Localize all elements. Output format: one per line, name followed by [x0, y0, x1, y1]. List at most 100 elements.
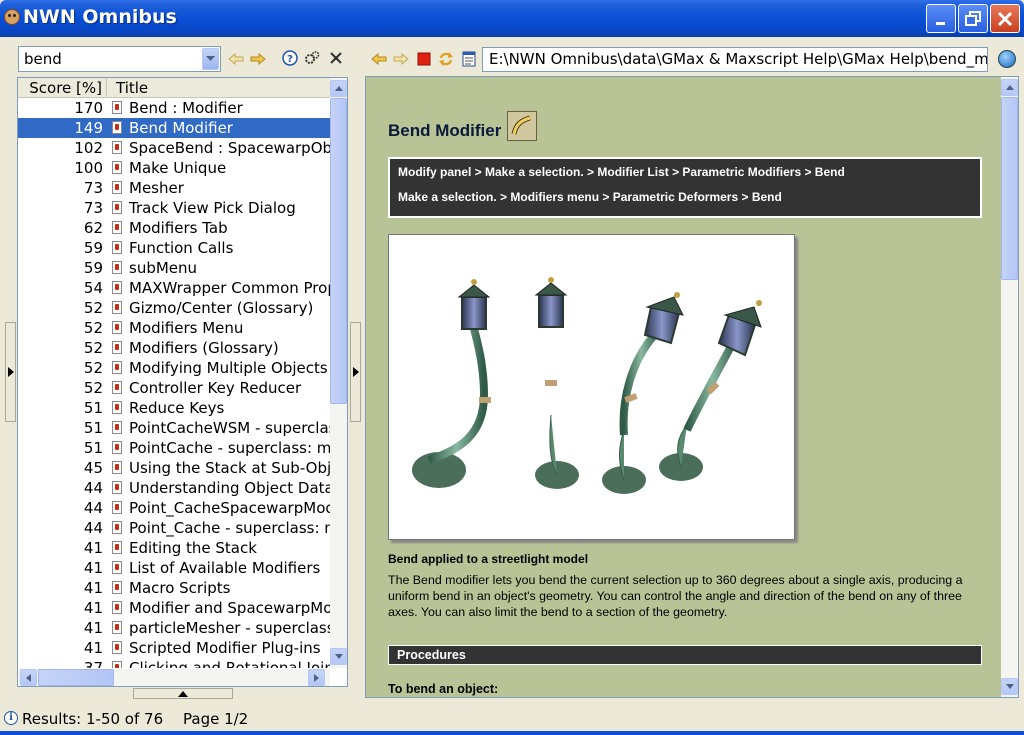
svg-text:?: ?	[287, 54, 293, 65]
scroll-thumb[interactable]	[330, 98, 347, 404]
results-list[interactable]: Score [%] Title 170 Bend : Modifier 149 Ben…	[17, 77, 348, 687]
result-row[interactable]: 44 Understanding Object Data F	[18, 478, 330, 498]
result-row[interactable]: 54 MAXWrapper Common Prop	[18, 278, 330, 298]
result-title: PointCacheWSM - superclass	[129, 419, 330, 437]
result-score: 51	[83, 419, 103, 437]
list-horizontal-scrollbar[interactable]	[18, 669, 330, 686]
result-row[interactable]: 52 Modifying Multiple Objects	[18, 358, 330, 378]
result-score: 41	[83, 619, 103, 637]
list-vertical-scrollbar[interactable]	[330, 78, 347, 668]
result-row[interactable]: 73 Mesher	[18, 178, 330, 198]
page-indicator: Page 1/2	[183, 710, 249, 728]
result-row[interactable]: 44 Point_CacheSpacewarpModif	[18, 498, 330, 518]
result-row[interactable]: 51 Reduce Keys	[18, 398, 330, 418]
help-icon: ?	[282, 50, 298, 66]
content-scroll-thumb[interactable]	[1001, 97, 1018, 280]
result-row[interactable]: 100 Make Unique	[18, 158, 330, 178]
document-icon	[112, 621, 122, 634]
result-score: 41	[83, 639, 103, 657]
settings-button[interactable]	[303, 49, 321, 67]
result-row[interactable]: 41 Macro Scripts	[18, 578, 330, 598]
result-row[interactable]: 62 Modifiers Tab	[18, 218, 330, 238]
scroll-left-button[interactable]	[20, 669, 37, 686]
result-row[interactable]: 149 Bend Modifier	[18, 118, 330, 138]
result-row[interactable]: 37 Clicking and Rotational Joint	[18, 658, 330, 668]
result-row[interactable]: 59 subMenu	[18, 258, 330, 278]
arrow-left-icon	[228, 53, 244, 65]
document-icon	[112, 141, 122, 154]
content-scroll-up-button[interactable]	[1001, 79, 1018, 96]
bottom-collapse-handle[interactable]	[133, 688, 233, 699]
scroll-down-button[interactable]	[330, 648, 347, 665]
result-row[interactable]: 44 Point_Cache - superclass: m	[18, 518, 330, 538]
result-row[interactable]: 52 Modifiers (Glossary)	[18, 338, 330, 358]
result-row[interactable]: 41 Modifier and SpacewarpMod	[18, 598, 330, 618]
result-row[interactable]: 52 Gizmo/Center (Glossary)	[18, 298, 330, 318]
search-dropdown-button[interactable]	[202, 48, 219, 70]
result-row[interactable]: 45 Using the Stack at Sub-Obje	[18, 458, 330, 478]
content-vertical-scrollbar[interactable]	[1001, 77, 1018, 697]
window-title: NWN Omnibus	[23, 6, 177, 28]
back-button[interactable]	[227, 50, 245, 68]
browser-back-button[interactable]	[370, 50, 388, 68]
result-row[interactable]: 52 Controller Key Reducer	[18, 378, 330, 398]
result-row[interactable]: 41 Scripted Modifier Plug-ins	[18, 638, 330, 658]
result-score: 73	[83, 199, 103, 217]
result-row[interactable]: 170 Bend : Modifier	[18, 98, 330, 118]
refresh-icon	[439, 52, 453, 66]
bend-modifier-icon	[507, 111, 538, 141]
result-score: 41	[83, 579, 103, 597]
arrow-left-icon	[371, 53, 387, 65]
close-icon	[997, 11, 1013, 26]
result-row[interactable]: 102 SpaceBend : SpacewarpObje	[18, 138, 330, 158]
pane-collapse-handle[interactable]	[350, 322, 361, 422]
section-heading: Procedures	[388, 645, 982, 665]
result-score: 73	[83, 179, 103, 197]
app-icon	[4, 9, 20, 25]
menu-path-1: Modify panel > Make a selection. > Modif…	[398, 165, 845, 179]
result-row[interactable]: 73 Track View Pick Dialog	[18, 198, 330, 218]
forward-button[interactable]	[249, 50, 267, 68]
browser-forward-button[interactable]	[392, 50, 410, 68]
content-scroll-down-button[interactable]	[1001, 678, 1018, 695]
result-row[interactable]: 41 particleMesher - superclass:	[18, 618, 330, 638]
page-button[interactable]	[460, 50, 478, 68]
result-row[interactable]: 59 Function Calls	[18, 238, 330, 258]
left-collapse-handle[interactable]	[5, 322, 16, 422]
result-score: 59	[83, 259, 103, 277]
stop-button[interactable]	[415, 50, 433, 68]
result-score: 54	[83, 279, 103, 297]
maximize-button[interactable]	[958, 4, 988, 33]
result-row[interactable]: 51 PointCacheWSM - superclass	[18, 418, 330, 438]
close-button[interactable]	[990, 4, 1020, 33]
minimize-button[interactable]	[926, 4, 956, 33]
refresh-button[interactable]	[437, 50, 455, 68]
result-score: 59	[83, 239, 103, 257]
result-score: 52	[83, 319, 103, 337]
search-combobox[interactable]	[18, 46, 221, 72]
result-row[interactable]: 41 Editing the Stack	[18, 538, 330, 558]
result-title: Using the Stack at Sub-Obje	[129, 459, 330, 477]
title-column-header[interactable]: Title	[116, 78, 148, 98]
document-icon	[112, 421, 122, 434]
document-icon	[112, 201, 122, 214]
streetlight-illustration	[412, 277, 762, 494]
result-row[interactable]: 52 Modifiers Menu	[18, 318, 330, 338]
arrow-right-icon	[250, 53, 266, 65]
result-row[interactable]: 51 PointCache - superclass: mo	[18, 438, 330, 458]
help-button[interactable]: ?	[281, 49, 299, 67]
horizontal-scroll-thumb[interactable]	[38, 669, 114, 686]
result-score: 45	[83, 459, 103, 477]
address-bar[interactable]: E:\NWN Omnibus\data\GMax & Maxscript Hel…	[482, 47, 988, 72]
scroll-right-button[interactable]	[308, 669, 325, 686]
result-row[interactable]: 41 List of Available Modifiers	[18, 558, 330, 578]
search-input[interactable]	[19, 47, 203, 71]
chevron-down-icon	[334, 654, 343, 659]
result-title: Editing the Stack	[129, 539, 257, 557]
document-icon	[112, 641, 122, 654]
scroll-up-button[interactable]	[330, 80, 347, 97]
document-icon	[112, 381, 122, 394]
score-column-header[interactable]: Score [%]	[18, 78, 107, 98]
globe-icon[interactable]	[998, 50, 1016, 68]
clear-search-button[interactable]	[327, 49, 345, 67]
